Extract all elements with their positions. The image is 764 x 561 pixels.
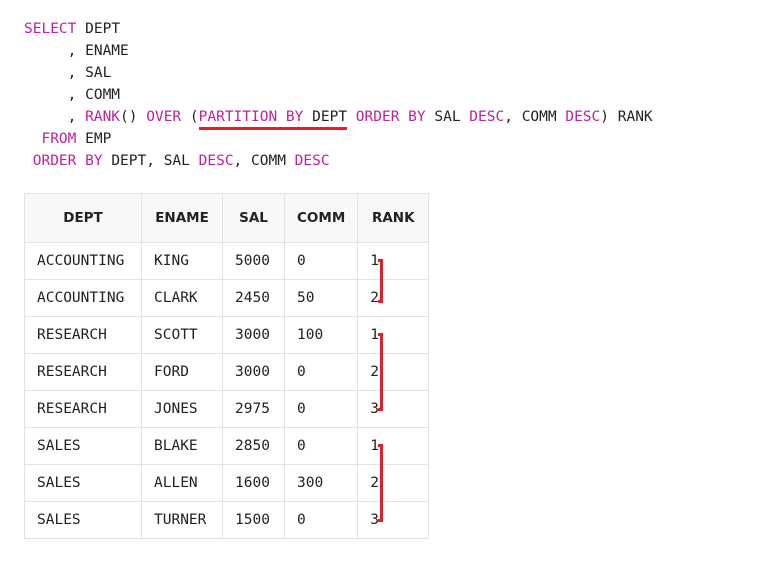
cell-dept: SALES — [24, 501, 142, 539]
cell-dept: SALES — [24, 464, 142, 502]
cell-sal: 1500 — [222, 501, 285, 539]
cell-sal: 2975 — [222, 390, 285, 428]
cell-dept: RESEARCH — [24, 316, 142, 354]
cell-comm: 0 — [283, 242, 359, 280]
table-row: RESEARCH JONES 2975 0 3 — [24, 390, 430, 428]
cell-sal: 5000 — [222, 242, 285, 280]
kw-final-order-by: ORDER BY — [32, 153, 103, 169]
cell-comm: 300 — [283, 464, 359, 502]
partition-bracket-research — [378, 333, 383, 411]
cell-ename: KING — [141, 242, 223, 280]
table-row: ACCOUNTING CLARK 2450 50 2 — [24, 279, 430, 317]
cell-rank: 2 — [357, 279, 430, 317]
final-order-cols-1: DEPT, SAL — [111, 153, 190, 169]
header-ename: ENAME — [141, 193, 223, 243]
sql-line-comm: , COMM — [24, 87, 121, 103]
table-row: RESEARCH FORD 3000 0 2 — [24, 353, 430, 391]
cell-ename: JONES — [141, 390, 223, 428]
cell-rank: 3 — [357, 390, 430, 428]
kw-from: FROM — [41, 131, 77, 147]
sql-line-ename: , ENAME — [24, 43, 129, 59]
rank-function: RANK — [85, 109, 121, 125]
kw-order-by: ORDER BY — [355, 109, 426, 125]
result-table: DEPT ENAME SAL COMM RANK ACCOUNTING KING… — [24, 193, 430, 539]
window-order-comm: COMM — [521, 109, 557, 125]
partition-bracket-sales — [378, 444, 383, 522]
cell-rank: 1 — [357, 242, 430, 280]
kw-over: OVER — [146, 109, 182, 125]
kw-desc-3: DESC — [198, 153, 234, 169]
cell-dept: RESEARCH — [24, 353, 142, 391]
cell-sal: 2850 — [222, 427, 285, 465]
cell-sal: 3000 — [222, 316, 285, 354]
cell-comm: 0 — [283, 501, 359, 539]
kw-desc-2: DESC — [565, 109, 601, 125]
header-sal: SAL — [222, 193, 285, 243]
table-row: ACCOUNTING KING 5000 0 1 — [24, 242, 430, 280]
cell-sal: 1600 — [222, 464, 285, 502]
col-ename: ENAME — [85, 43, 129, 59]
kw-select: SELECT — [24, 21, 77, 37]
cell-rank: 2 — [357, 464, 430, 502]
header-rank: RANK — [357, 193, 430, 243]
sql-line-select: SELECT DEPT — [24, 18, 653, 40]
cell-comm: 50 — [283, 279, 359, 317]
table-row: RESEARCH SCOTT 3000 100 1 — [24, 316, 430, 354]
cell-ename: CLARK — [141, 279, 223, 317]
cell-rank: 1 — [357, 427, 430, 465]
sql-line-order: ORDER BY DEPT, SAL DESC, COMM DESC — [32, 153, 330, 169]
sql-line-sal: , SAL — [24, 65, 112, 81]
cell-ename: ALLEN — [141, 464, 223, 502]
partition-highlight: PARTITION BY DEPT — [198, 109, 348, 130]
header-comm: COMM — [283, 193, 359, 243]
sql-line-rank: , RANK() OVER (PARTITION BY DEPT ORDER B… — [24, 106, 653, 130]
cell-ename: BLAKE — [141, 427, 223, 465]
cell-sal: 3000 — [222, 353, 285, 391]
cell-comm: 0 — [283, 427, 359, 465]
col-comm: COMM — [85, 87, 121, 103]
sql-line-from: FROM EMP — [24, 128, 653, 150]
cell-sal: 2450 — [222, 279, 285, 317]
cell-ename: FORD — [141, 353, 223, 391]
partition-bracket-accounting — [378, 259, 383, 303]
cell-dept: ACCOUNTING — [24, 242, 142, 280]
cell-rank: 3 — [357, 501, 430, 539]
window-order-sal: SAL — [434, 109, 461, 125]
kw-desc-4: DESC — [294, 153, 330, 169]
header-row: DEPT ENAME SAL COMM RANK — [24, 193, 430, 243]
cell-dept: SALES — [24, 427, 142, 465]
col-sal: SAL — [85, 65, 112, 81]
kw-desc-1: DESC — [469, 109, 505, 125]
col-dept: DEPT — [85, 21, 121, 37]
cell-rank: 2 — [357, 353, 430, 391]
table-row: SALES BLAKE 2850 0 1 — [24, 427, 430, 465]
table-row: SALES ALLEN 1600 300 2 — [24, 464, 430, 502]
from-table: EMP — [85, 131, 112, 147]
cell-ename: SCOTT — [141, 316, 223, 354]
partition-column: DEPT — [312, 109, 348, 125]
kw-partition-by: PARTITION BY — [198, 109, 304, 125]
cell-ename: TURNER — [141, 501, 223, 539]
cell-dept: ACCOUNTING — [24, 279, 142, 317]
final-order-cols-2: COMM — [251, 153, 286, 169]
cell-comm: 0 — [283, 390, 359, 428]
cell-comm: 0 — [283, 353, 359, 391]
header-dept: DEPT — [24, 193, 142, 243]
cell-rank: 1 — [357, 316, 430, 354]
cell-comm: 100 — [283, 316, 359, 354]
sql-query: SELECT DEPT , ENAME , SAL , COMM , RANK(… — [24, 18, 653, 172]
rank-alias: RANK — [617, 109, 653, 125]
cell-dept: RESEARCH — [24, 390, 142, 428]
table-row: SALES TURNER 1500 0 3 — [24, 501, 430, 539]
